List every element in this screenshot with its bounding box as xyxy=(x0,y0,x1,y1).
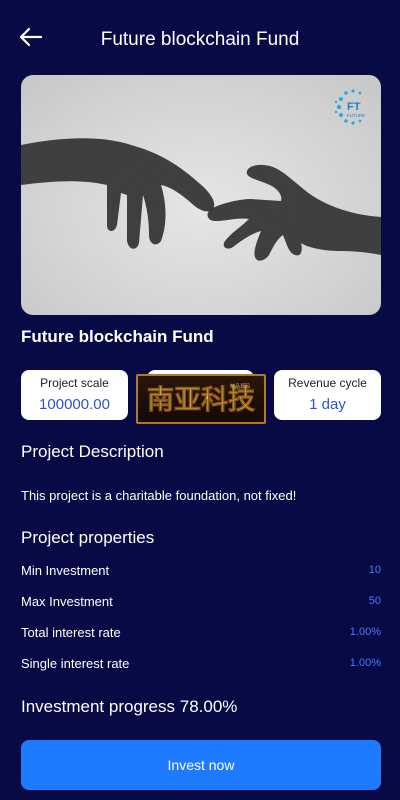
property-row: Total interest rate 1.00% xyxy=(21,625,381,645)
property-row: Min Investment 10 xyxy=(21,563,381,583)
property-value: 1.00% xyxy=(349,626,381,638)
properties-title: Project properties xyxy=(21,528,155,547)
progress-value: 78.00% xyxy=(179,697,238,716)
property-row: Single interest rate 1.00% xyxy=(21,656,381,676)
property-value: 50 xyxy=(368,595,381,607)
description-text: This project is a charitable foundation,… xyxy=(21,488,297,503)
property-label: Max Investment xyxy=(21,594,113,609)
project-scale-label: Project scale xyxy=(40,376,109,390)
invest-now-button[interactable]: Invest now xyxy=(21,740,381,790)
ft-logo-icon: FT FUTURE xyxy=(334,89,365,125)
hands-illustration xyxy=(21,75,381,315)
progress-label: Investment progress xyxy=(21,697,176,716)
app-header: Future blockchain Fund xyxy=(0,0,400,78)
watermark-stamp: 南亚科技 精品源码 xyxy=(136,374,266,424)
ft-logo-text: FT xyxy=(347,101,361,113)
page-title: Future blockchain Fund xyxy=(100,29,300,50)
property-row: Max Investment 50 xyxy=(21,594,381,614)
property-label: Min Investment xyxy=(21,563,110,578)
description-title: Project Description xyxy=(21,442,164,461)
project-scale-value: 100000.00 xyxy=(39,396,110,413)
property-value: 10 xyxy=(368,564,381,576)
stamp-small-text: 精品源码 xyxy=(230,383,250,390)
revenue-cycle-label: Revenue cycle xyxy=(288,376,367,390)
property-label: Single interest rate xyxy=(21,656,130,671)
property-value: 1.00% xyxy=(349,657,381,669)
revenue-cycle-value: 1 day xyxy=(309,396,346,413)
property-label: Total interest rate xyxy=(21,625,121,640)
project-scale-card: Project scale 100000.00 xyxy=(21,370,128,420)
ft-logo-subtext: FUTURE xyxy=(347,113,365,118)
fund-name: Future blockchain Fund xyxy=(21,327,214,346)
fund-hero-image: FT FUTURE xyxy=(21,75,381,315)
stamp-graphic: 南亚科技 精品源码 xyxy=(147,383,256,416)
ft-future-logo: FT FUTURE xyxy=(333,87,373,127)
investment-progress: Investment progress 78.00% xyxy=(21,697,237,717)
revenue-cycle-card: Revenue cycle 1 day xyxy=(274,370,381,420)
